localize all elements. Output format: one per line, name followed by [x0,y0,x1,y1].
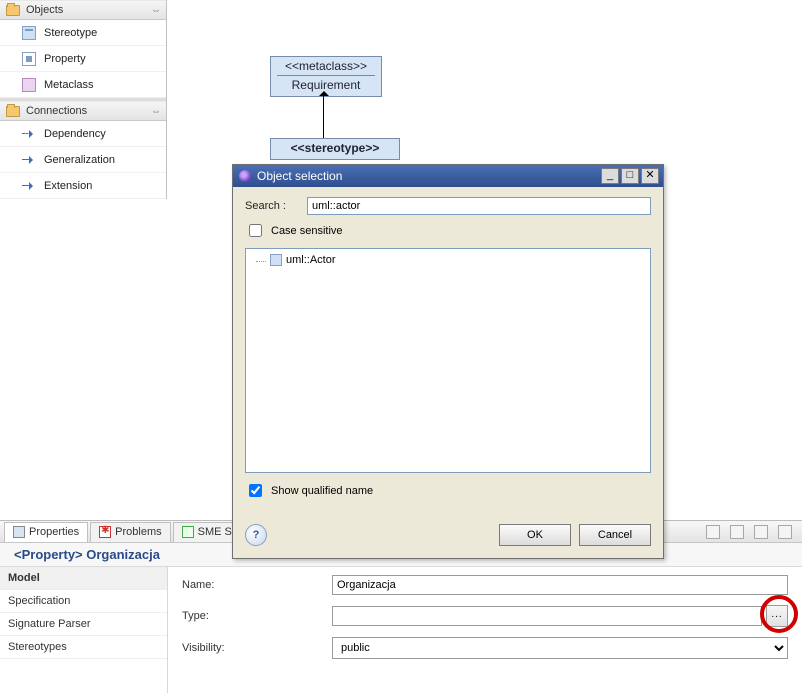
palette-item-property[interactable]: Property [0,46,166,72]
palette-item-metaclass[interactable]: Metaclass [0,72,166,98]
category-specification[interactable]: Specification [0,590,167,613]
dependency-icon [22,127,36,141]
generalization-icon [22,153,36,167]
category-signature-parser[interactable]: Signature Parser [0,613,167,636]
palette-item-dependency[interactable]: Dependency [0,121,166,147]
dialog-title: Object selection [257,169,342,183]
extension-icon [22,179,36,193]
qualified-name-label: Show qualified name [271,485,373,497]
object-selection-dialog: Object selection _ □ ✕ Search : Case sen… [232,164,664,559]
list-icon[interactable] [754,525,768,539]
palette-item-label: Metaclass [44,79,94,91]
name-label: Name: [182,579,332,591]
type-input[interactable] [332,606,762,626]
tab-problems[interactable]: Problems [90,522,170,542]
search-input[interactable] [307,197,651,215]
category-stereotypes[interactable]: Stereotypes [0,636,167,659]
palette-section-objects[interactable]: Objects ⇔ [0,0,166,20]
view-toolbar [706,525,802,539]
collapse-icon[interactable]: ⇔ [151,106,160,117]
palette-section-label: Objects [26,4,63,16]
tab-label: SME S [198,526,232,538]
visibility-label: Visibility: [182,642,332,654]
properties-categories: Model Specification Signature Parser Ste… [0,567,168,693]
type-label: Type: [182,610,332,622]
tree-item-label: uml::Actor [286,254,336,266]
visibility-select[interactable]: public [332,637,788,659]
cancel-button[interactable]: Cancel [579,524,651,546]
properties-title: <Property> Organizacja [14,547,160,562]
sme-icon [182,526,194,538]
palette-item-label: Dependency [44,128,106,140]
stereotype-icon [22,26,36,40]
result-tree[interactable]: uml::Actor [245,248,651,473]
node-stereotype[interactable]: <<stereotype>> [270,138,400,160]
tree-item[interactable]: uml::Actor [252,253,644,267]
close-button[interactable]: ✕ [641,168,659,184]
palette-item-label: Generalization [44,154,115,166]
metaclass-icon [22,78,36,92]
name-input[interactable] [332,575,788,595]
tools-palette: Objects ⇔ Stereotype Property Metaclass … [0,0,167,199]
property-icon [22,52,36,66]
properties-icon [13,526,25,538]
tree-icon[interactable] [730,525,744,539]
palette-item-generalization[interactable]: Generalization [0,147,166,173]
ok-button[interactable]: OK [499,524,571,546]
minimize-button[interactable]: _ [601,168,619,184]
uml-class-icon [270,254,282,266]
tab-label: Problems [115,526,161,538]
maximize-button[interactable]: □ [621,168,639,184]
palette-section-connections[interactable]: Connections ⇔ [0,101,166,121]
case-sensitive-checkbox[interactable] [249,224,262,237]
category-model[interactable]: Model [0,567,167,590]
palette-item-label: Extension [44,180,92,192]
palette-item-label: Stereotype [44,27,97,39]
search-label: Search : [245,200,307,212]
pin-icon[interactable] [706,525,720,539]
menu-icon[interactable] [778,525,792,539]
folder-icon [6,5,20,16]
collapse-icon[interactable]: ⇔ [151,5,160,16]
palette-item-label: Property [44,53,86,65]
node-stereo-label: <<metaclass>> [277,59,375,73]
palette-section-label: Connections [26,105,87,117]
tab-properties[interactable]: Properties [4,522,88,542]
qualified-name-checkbox[interactable] [249,484,262,497]
edge-extension-arrow[interactable] [323,96,324,138]
palette-item-stereotype[interactable]: Stereotype [0,20,166,46]
tab-sme[interactable]: SME S [173,522,241,542]
node-stereo-label: <<stereotype>> [277,141,393,155]
app-icon [239,170,251,182]
case-sensitive-label: Case sensitive [271,225,343,237]
folder-icon [6,106,20,117]
type-browse-button[interactable]: ... [766,605,788,627]
tab-label: Properties [29,526,79,538]
problems-icon [99,526,111,538]
palette-item-extension[interactable]: Extension [0,173,166,199]
help-icon[interactable]: ? [245,524,267,546]
properties-fields: Name: Type: ... Visibility: public [168,567,802,693]
dialog-titlebar[interactable]: Object selection _ □ ✕ [233,165,663,187]
